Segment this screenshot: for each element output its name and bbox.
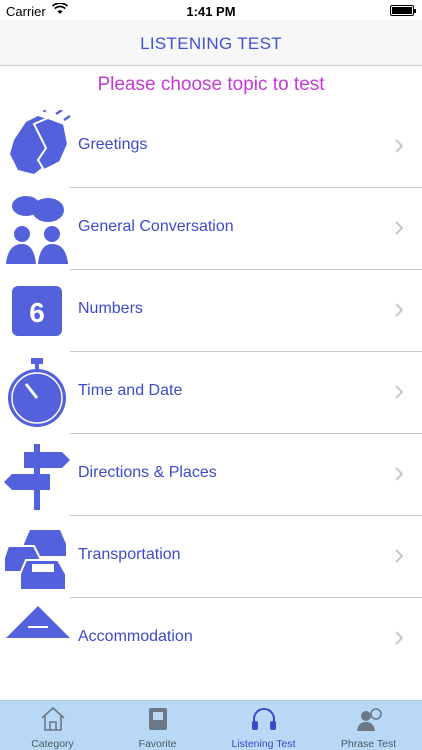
topic-row-numbers[interactable]: 6 Numbers bbox=[0, 270, 422, 352]
tab-bar: Category Favorite Listening Test Phrase … bbox=[0, 700, 422, 750]
topic-label: Time and Date bbox=[78, 382, 183, 399]
topic-row-directions-places[interactable]: Directions & Places bbox=[0, 434, 422, 516]
navigation-bar: LISTENING TEST bbox=[0, 20, 422, 66]
house-roof-icon bbox=[4, 602, 72, 676]
topic-row-accommodation[interactable]: Accommodation bbox=[0, 598, 422, 680]
topic-row-general-conversation[interactable]: General Conversation bbox=[0, 188, 422, 270]
chevron-right-icon bbox=[394, 138, 404, 154]
stopwatch-icon bbox=[4, 356, 72, 430]
topic-label: Greetings bbox=[78, 136, 148, 153]
tab-listening-test[interactable]: Listening Test bbox=[211, 701, 316, 750]
tab-label: Phrase Test bbox=[340, 738, 397, 750]
page-title: LISTENING TEST bbox=[140, 34, 282, 53]
topic-row-greetings[interactable]: Greetings bbox=[0, 106, 422, 188]
status-bar: Carrier 1:41 PM bbox=[0, 0, 422, 22]
topic-label: Numbers bbox=[78, 300, 143, 317]
topic-label: Transportation bbox=[78, 546, 181, 563]
book-icon bbox=[145, 706, 171, 732]
chevron-right-icon bbox=[394, 548, 404, 564]
headphones-icon bbox=[251, 706, 277, 732]
tab-phrase-test[interactable]: Phrase Test bbox=[316, 701, 421, 750]
topic-label: Accommodation bbox=[78, 628, 193, 645]
instruction-text: Please choose topic to test bbox=[97, 74, 325, 95]
tab-favorite[interactable]: Favorite bbox=[105, 701, 210, 750]
tab-category[interactable]: Category bbox=[0, 701, 105, 750]
svg-text:6: 6 bbox=[29, 297, 45, 328]
cars-icon bbox=[3, 520, 72, 594]
battery-icon bbox=[390, 5, 416, 16]
topic-row-time-and-date[interactable]: Time and Date bbox=[0, 352, 422, 434]
home-icon bbox=[40, 706, 66, 732]
chevron-right-icon bbox=[394, 220, 404, 236]
chevron-right-icon bbox=[394, 302, 404, 318]
topic-label: Directions & Places bbox=[78, 464, 217, 481]
tab-label: Favorite bbox=[138, 738, 177, 750]
clock: 1:41 PM bbox=[186, 4, 236, 19]
conversation-people-icon bbox=[4, 192, 72, 266]
person-speech-icon bbox=[356, 706, 382, 732]
topic-row-transportation[interactable]: Transportation bbox=[0, 516, 422, 598]
tab-label: Listening Test bbox=[231, 738, 296, 750]
chevron-right-icon bbox=[394, 466, 404, 482]
chevron-right-icon bbox=[394, 630, 404, 646]
topic-label: General Conversation bbox=[78, 218, 234, 235]
number-six-icon: 6 bbox=[4, 274, 72, 348]
signpost-icon bbox=[4, 438, 72, 512]
clapping-hands-icon bbox=[4, 107, 72, 184]
tab-label: Category bbox=[31, 738, 74, 750]
chevron-right-icon bbox=[394, 384, 404, 400]
